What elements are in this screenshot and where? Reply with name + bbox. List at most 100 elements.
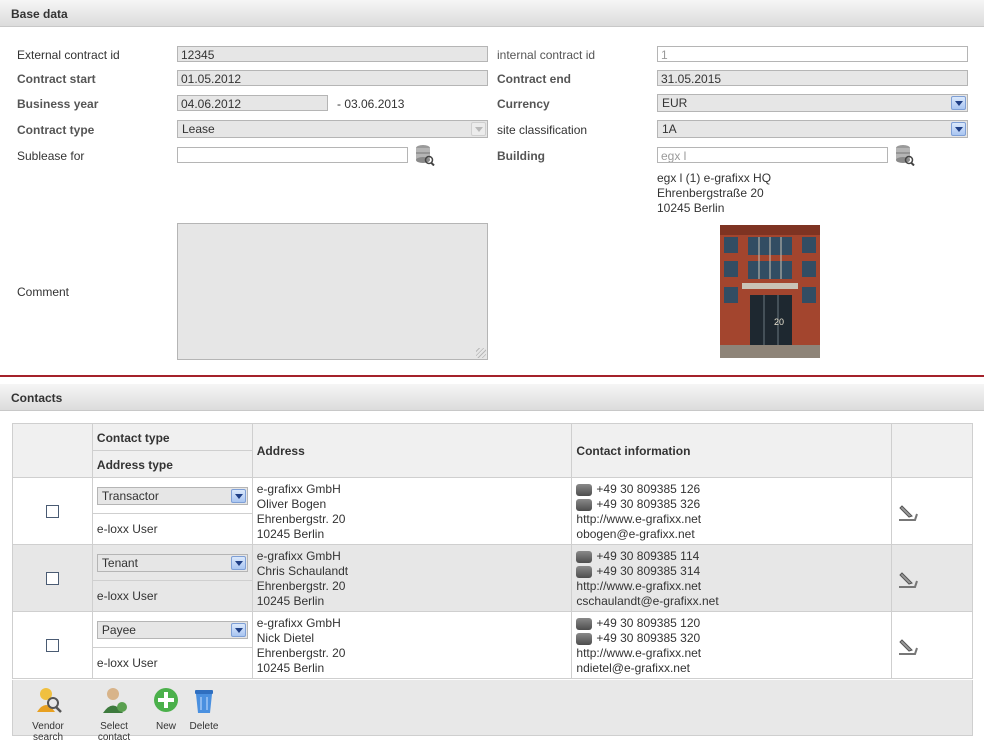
database-search-icon[interactable] (415, 144, 435, 166)
sublease-field[interactable] (177, 147, 408, 163)
chevron-down-icon[interactable] (230, 556, 246, 570)
building-address: egx l (1) e-grafixx HQ Ehrenbergstraße 2… (657, 171, 771, 216)
site-classification-select[interactable]: 1A (657, 120, 968, 138)
address-line: Ehrenbergstr. 20 (256, 579, 346, 593)
phone-icon (576, 550, 593, 563)
phone-icon (576, 617, 593, 630)
address-line: e-grafixx GmbH (256, 616, 341, 630)
contract-end-field[interactable]: 31.05.2015 (657, 70, 968, 86)
contract-type-select[interactable]: Lease (177, 120, 488, 138)
address-type-header[interactable]: Address type (91, 450, 253, 478)
internal-contract-id-field[interactable]: 1 (657, 46, 968, 62)
address-line: 10245 Berlin (256, 594, 325, 608)
select-contact-button[interactable]: Select contact (83, 686, 145, 743)
address-line: Ehrenbergstr. 20 (256, 646, 346, 660)
contact-type-select[interactable]: Transactor (96, 487, 248, 505)
chevron-down-icon (471, 122, 486, 136)
contact-type-select[interactable]: Payee (96, 621, 248, 639)
chevron-down-icon[interactable] (230, 623, 246, 637)
currency-value: EUR (662, 96, 688, 110)
phone-number: +49 30 809385 120 (596, 616, 701, 630)
building-label: Building (497, 149, 545, 163)
action-column-header (891, 423, 973, 478)
external-contract-id-label: External contract id (17, 48, 120, 62)
contacts-toolbar: Vendor search Select contact New Delete (12, 680, 973, 743)
contacts-title: Contacts (11, 391, 63, 405)
currency-select[interactable]: EUR (657, 94, 968, 112)
contract-type-value: Lease (182, 122, 215, 136)
contract-start-field[interactable]: 01.05.2012 (177, 70, 488, 86)
fax-icon (576, 498, 593, 511)
vendor-search-icon (37, 688, 62, 713)
address-cell: e-grafixx GmbH Chris Schaulandt Ehrenber… (253, 545, 572, 609)
row-checkbox[interactable] (45, 572, 59, 585)
select-contact-label: Select contact (97, 721, 131, 743)
contact-info-header[interactable]: Contact information (571, 423, 893, 478)
contact-info-cell: +49 30 809385 120 +49 30 809385 320 http… (572, 612, 891, 676)
new-button[interactable]: New (151, 686, 181, 732)
vendor-search-label: Vendor search (32, 721, 64, 743)
address-line: Oliver Bogen (256, 497, 327, 511)
base-data-header: Base data (0, 0, 984, 27)
select-column-header (12, 423, 93, 478)
site-classification-value: 1A (662, 122, 677, 136)
website-link[interactable]: http://www.e-grafixx.net (576, 512, 891, 527)
delete-button[interactable]: Delete (187, 686, 221, 732)
new-label: New (155, 721, 176, 732)
table-row[interactable]: Payee e-loxx User e-grafixx GmbH Nick Di… (12, 611, 973, 679)
vendor-search-button[interactable]: Vendor search (17, 686, 79, 743)
building-address-line: Ehrenbergstraße 20 (657, 186, 764, 200)
address-type-value: e-loxx User (96, 522, 158, 536)
chevron-down-icon[interactable] (951, 96, 966, 110)
database-search-icon[interactable] (895, 144, 915, 166)
internal-contract-id-label: internal contract id (497, 48, 596, 62)
business-year-from-field[interactable]: 04.06.2012 (177, 95, 328, 111)
contacts-header: Contacts (0, 384, 984, 411)
building-number: 20 (774, 317, 784, 327)
chevron-down-icon[interactable] (230, 489, 246, 503)
phone-number: +49 30 809385 126 (596, 482, 701, 496)
edit-contact-icon[interactable] (896, 634, 920, 658)
contact-type-value: Payee (101, 623, 136, 637)
contact-info-cell: +49 30 809385 114 +49 30 809385 314 http… (572, 545, 891, 609)
table-row[interactable]: Tenant e-loxx User e-grafixx GmbH Chris … (12, 544, 973, 612)
address-line: 10245 Berlin (256, 661, 325, 675)
section-divider (0, 375, 984, 377)
website-link[interactable]: http://www.e-grafixx.net (576, 579, 891, 594)
email-link[interactable]: cschaulandt@e-grafixx.net (576, 594, 891, 609)
building-field[interactable]: egx l (657, 147, 888, 163)
contacts-table: Contact type Address Contact information… (12, 423, 973, 679)
fax-icon (576, 632, 593, 645)
address-header[interactable]: Address (251, 423, 573, 478)
trash-icon (195, 690, 213, 713)
resize-grip-icon[interactable] (476, 348, 486, 358)
website-link[interactable]: http://www.e-grafixx.net (576, 646, 891, 661)
fax-icon (576, 565, 593, 578)
contract-end-label: Contract end (497, 72, 572, 86)
edit-contact-icon[interactable] (896, 567, 920, 591)
comment-label: Comment (17, 285, 70, 299)
building-photo: 20 (720, 225, 820, 358)
chevron-down-icon[interactable] (951, 122, 966, 136)
address-line: Ehrenbergstr. 20 (256, 512, 346, 526)
row-checkbox[interactable] (45, 505, 59, 518)
address-type-value: e-loxx User (96, 656, 158, 670)
address-line: e-grafixx GmbH (256, 549, 341, 563)
phone-number: +49 30 809385 114 (596, 549, 700, 563)
row-checkbox[interactable] (45, 639, 59, 652)
comment-textarea[interactable] (177, 223, 488, 360)
table-row[interactable]: Transactor e-loxx User e-grafixx GmbH Ol… (12, 477, 973, 545)
delete-label: Delete (189, 721, 219, 732)
currency-label: Currency (497, 97, 550, 111)
base-data-title: Base data (11, 7, 68, 21)
edit-contact-icon[interactable] (896, 500, 920, 524)
email-link[interactable]: obogen@e-grafixx.net (576, 527, 891, 542)
building-address-line: egx l (1) e-grafixx HQ (657, 171, 772, 185)
email-link[interactable]: ndietel@e-grafixx.net (576, 661, 891, 676)
contact-info-cell: +49 30 809385 126 +49 30 809385 326 http… (572, 478, 891, 542)
external-contract-id-field[interactable]: 12345 (177, 46, 488, 62)
contact-type-value: Transactor (101, 489, 159, 503)
building-address-line: 10245 Berlin (657, 201, 725, 215)
contact-type-select[interactable]: Tenant (96, 554, 248, 572)
contact-type-header[interactable]: Contact type (91, 423, 253, 451)
